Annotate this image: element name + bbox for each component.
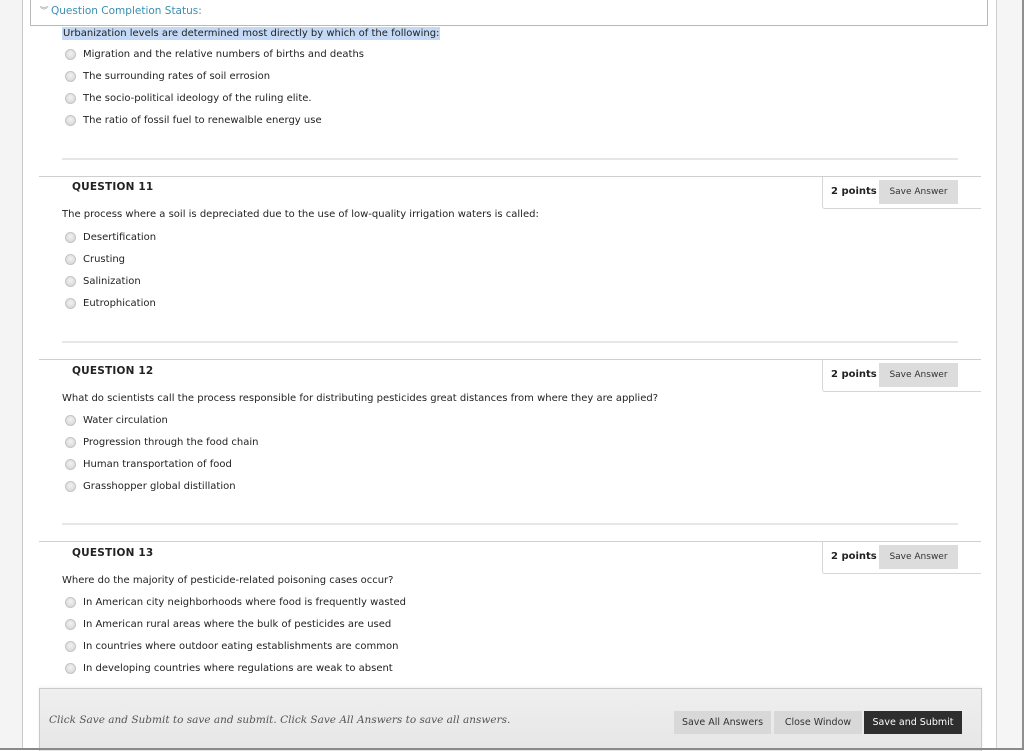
radio-button[interactable] xyxy=(65,480,76,492)
option-label: Progression through the food chain xyxy=(83,436,259,448)
question-12-points-panel: 2 points Save Answer xyxy=(822,360,981,392)
question-11-option-2[interactable]: Crusting xyxy=(65,252,125,266)
option-label: In American city neighborhoods where foo… xyxy=(83,596,407,608)
question-11-points: 2 points xyxy=(831,186,877,197)
radio-button[interactable] xyxy=(65,114,76,126)
divider xyxy=(62,523,958,525)
question-13-title: QUESTION 13 xyxy=(72,547,154,559)
radio-button[interactable] xyxy=(65,231,76,243)
question-11-option-4[interactable]: Eutrophication xyxy=(65,296,156,310)
question-12-option-4[interactable]: Grasshopper global distillation xyxy=(65,479,236,493)
question-11-option-3[interactable]: Salinization xyxy=(65,274,141,288)
radio-button[interactable] xyxy=(65,618,76,630)
question-11-option-1[interactable]: Desertification xyxy=(65,230,156,244)
save-all-answers-button[interactable]: Save All Answers xyxy=(674,711,771,734)
question-13-option-3[interactable]: In countries where outdoor eating establ… xyxy=(65,639,398,653)
option-label: In developing countries where regulation… xyxy=(83,662,393,674)
submit-instructions: Click Save and Submit to save and submit… xyxy=(49,714,511,726)
radio-button[interactable] xyxy=(65,640,76,652)
radio-button[interactable] xyxy=(65,414,76,426)
radio-button[interactable] xyxy=(65,596,76,608)
radio-button[interactable] xyxy=(65,458,76,470)
option-label: Crusting xyxy=(83,253,126,265)
close-window-button[interactable]: Close Window xyxy=(774,711,862,734)
question-13-text: Where do the majority of pesticide-relat… xyxy=(62,575,394,586)
question-13-save-answer-button[interactable]: Save Answer xyxy=(879,545,958,569)
option-label: The surrounding rates of soil errosion xyxy=(83,70,271,82)
question-10-option-1[interactable]: Migration and the relative numbers of bi… xyxy=(65,47,364,61)
option-label: The ratio of fossil fuel to renewalble e… xyxy=(83,114,322,126)
question-12-points: 2 points xyxy=(831,369,877,380)
option-label: Eutrophication xyxy=(83,297,156,309)
option-label: Water circulation xyxy=(83,414,168,426)
radio-button[interactable] xyxy=(65,92,76,104)
question-12-save-answer-button[interactable]: Save Answer xyxy=(879,363,958,387)
question-12-option-1[interactable]: Water circulation xyxy=(65,413,168,427)
double-chevron-down-icon: ︾ xyxy=(40,6,48,15)
question-11-title: QUESTION 11 xyxy=(72,181,154,193)
radio-button[interactable] xyxy=(65,297,76,309)
radio-button[interactable] xyxy=(65,48,76,60)
question-11-save-answer-button[interactable]: Save Answer xyxy=(879,180,958,204)
question-12-option-2[interactable]: Progression through the food chain xyxy=(65,435,259,449)
question-13-option-2[interactable]: In American rural areas where the bulk o… xyxy=(65,617,391,631)
completion-status-panel: ︾ Question Completion Status: xyxy=(30,0,988,26)
left-gutter xyxy=(0,0,23,750)
question-13-option-4[interactable]: In developing countries where regulation… xyxy=(65,661,393,675)
option-label: Salinization xyxy=(83,275,141,287)
option-label: Human transportation of food xyxy=(83,458,232,470)
option-label: Desertification xyxy=(83,231,157,243)
radio-button[interactable] xyxy=(65,662,76,674)
question-12-title: QUESTION 12 xyxy=(72,365,154,377)
question-12-option-3[interactable]: Human transportation of food xyxy=(65,457,232,471)
option-label: In countries where outdoor eating establ… xyxy=(83,640,399,652)
submit-bar: Click Save and Submit to save and submit… xyxy=(39,688,982,751)
divider xyxy=(62,341,958,343)
option-label: Migration and the relative numbers of bi… xyxy=(83,48,365,60)
save-and-submit-button[interactable]: Save and Submit xyxy=(864,711,962,734)
radio-button[interactable] xyxy=(65,70,76,82)
question-10-option-2[interactable]: The surrounding rates of soil errosion xyxy=(65,69,270,83)
option-label: Grasshopper global distillation xyxy=(83,480,236,492)
question-10-option-3[interactable]: The socio-political ideology of the ruli… xyxy=(65,91,312,105)
completion-status-toggle[interactable]: ︾ Question Completion Status: xyxy=(40,5,202,17)
radio-button[interactable] xyxy=(65,253,76,265)
radio-button[interactable] xyxy=(65,275,76,287)
question-13-points: 2 points xyxy=(831,551,877,562)
question-11-text: The process where a soil is depreciated … xyxy=(62,209,539,220)
divider xyxy=(62,158,958,160)
radio-button[interactable] xyxy=(65,436,76,448)
question-13-option-1[interactable]: In American city neighborhoods where foo… xyxy=(65,595,406,609)
question-13-points-panel: 2 points Save Answer xyxy=(822,542,981,574)
right-scroll-area xyxy=(996,0,1024,750)
question-10-option-4[interactable]: The ratio of fossil fuel to renewalble e… xyxy=(65,113,322,127)
option-label: The socio-political ideology of the ruli… xyxy=(83,92,312,104)
option-label: In American rural areas where the bulk o… xyxy=(83,618,392,630)
question-11-points-panel: 2 points Save Answer xyxy=(822,177,981,209)
completion-status-label: Question Completion Status: xyxy=(51,5,202,17)
question-12-text: What do scientists call the process resp… xyxy=(62,393,659,404)
question-10-text: Urbanization levels are determined most … xyxy=(62,27,441,40)
